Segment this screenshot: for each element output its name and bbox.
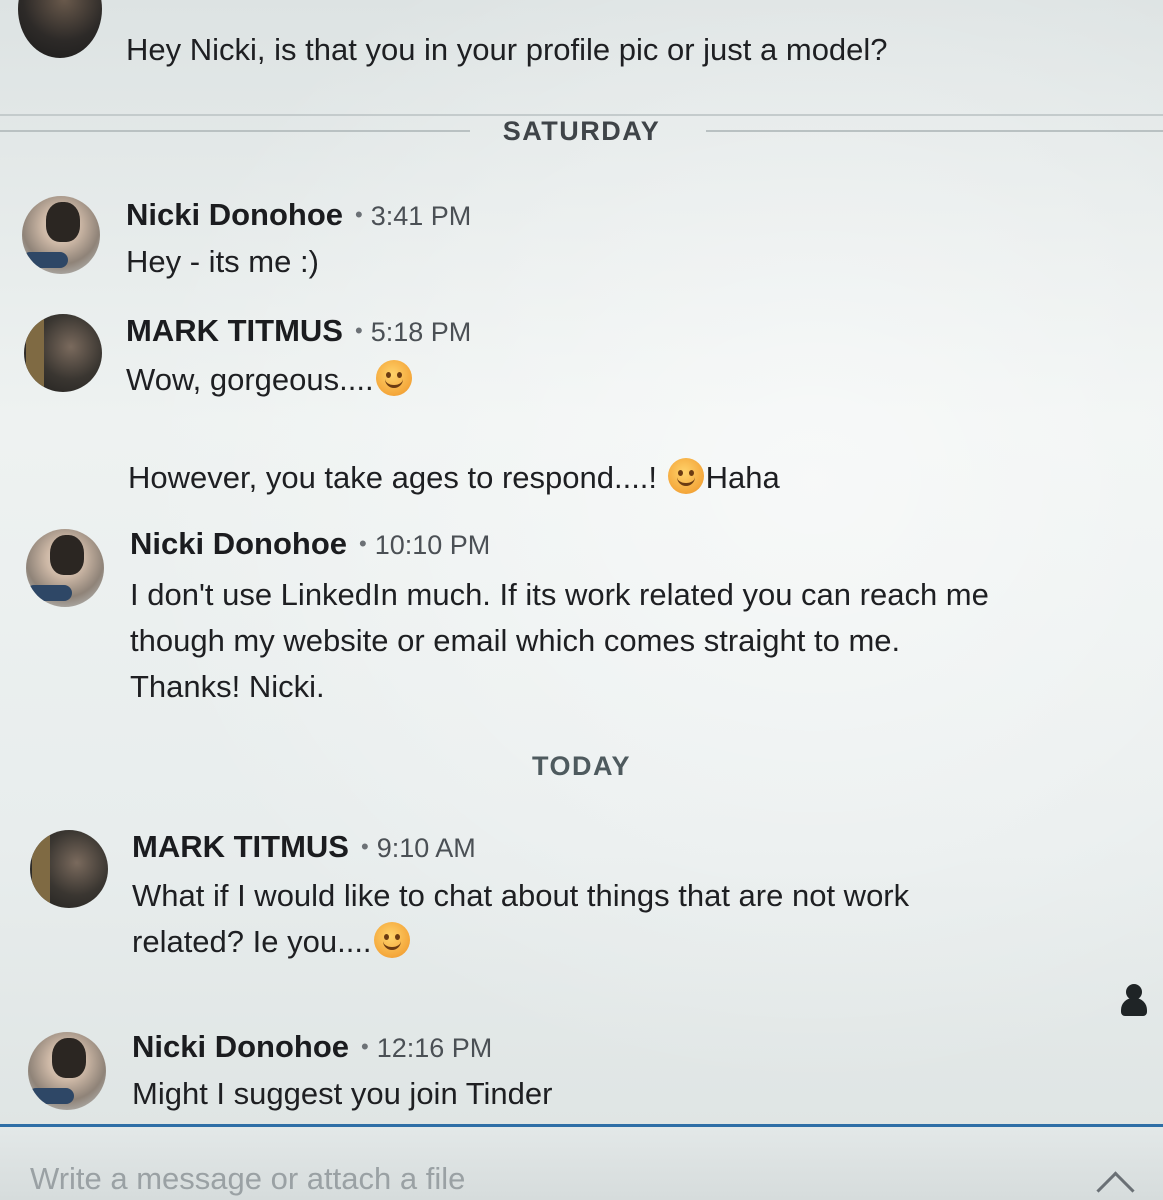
message-text: Hey - its me :) bbox=[126, 244, 319, 279]
message-text: Hey Nicki, is that you in your profile p… bbox=[126, 32, 888, 67]
message-header: Nicki Donohoe • 12:16 PM bbox=[132, 1028, 492, 1067]
avatar[interactable] bbox=[18, 0, 102, 58]
sender-name[interactable]: Nicki Donohoe bbox=[126, 197, 343, 232]
message-text: I don't use LinkedIn much. If its work r… bbox=[130, 577, 989, 612]
separator-dot: • bbox=[354, 318, 363, 343]
message-composer bbox=[0, 1127, 1163, 1200]
avatar[interactable] bbox=[30, 830, 108, 908]
message-header: Nicki Donohoe • 10:10 PM bbox=[130, 525, 490, 564]
message-header: MARK TITMUS • 9:10 AM bbox=[132, 828, 476, 867]
sender-name[interactable]: MARK TITMUS bbox=[132, 829, 349, 864]
day-separator-today: TODAY bbox=[0, 746, 1163, 786]
message-text-line: However, you take ages to respond....! H… bbox=[128, 458, 780, 498]
message-text: Might I suggest you join Tinder bbox=[132, 1076, 553, 1111]
message-input[interactable] bbox=[30, 1157, 1070, 1200]
avatar[interactable] bbox=[28, 1032, 106, 1110]
separator-dot: • bbox=[361, 1034, 369, 1059]
message-text: related? Ie you.... bbox=[132, 924, 372, 959]
messaging-screen: Hey Nicki, is that you in your profile p… bbox=[0, 0, 1163, 1200]
message-time: 9:10 AM bbox=[376, 833, 476, 863]
day-label: SATURDAY bbox=[502, 116, 661, 146]
message-text-line: related? Ie you.... bbox=[132, 922, 412, 962]
day-label: TODAY bbox=[531, 751, 632, 781]
message-text: However, you take ages to respond....! bbox=[128, 460, 658, 495]
separator-dot: • bbox=[360, 834, 369, 859]
smiling-face-emoji-icon bbox=[375, 360, 412, 396]
sender-name[interactable]: Nicki Donohoe bbox=[132, 1029, 349, 1064]
avatar[interactable] bbox=[22, 196, 100, 274]
message-text: though my website or email which comes s… bbox=[130, 623, 901, 658]
avatar[interactable] bbox=[24, 314, 102, 392]
day-separator-saturday: SATURDAY bbox=[0, 111, 1163, 151]
message-header: Nicki Donohoe • 3:41 PM bbox=[126, 196, 471, 235]
message-header: MARK TITMUS • 5:18 PM bbox=[126, 312, 471, 351]
separator-dot: • bbox=[355, 202, 363, 227]
smiling-face-emoji-icon bbox=[667, 458, 704, 494]
smiling-face-emoji-icon bbox=[373, 922, 410, 958]
message-time: 3:41 PM bbox=[370, 201, 472, 231]
sender-name[interactable]: Nicki Donohoe bbox=[130, 526, 347, 561]
message-text: Haha bbox=[705, 460, 780, 495]
message-top-partial: Hey Nicki, is that you in your profile p… bbox=[0, 0, 1163, 118]
message-text-line: Wow, gorgeous.... bbox=[126, 360, 414, 400]
typing-indicator-icon bbox=[1118, 982, 1148, 1018]
message-text: What if I would like to chat about thing… bbox=[132, 878, 910, 913]
chevron-up-icon[interactable] bbox=[1094, 1165, 1138, 1195]
message-time: 12:16 PM bbox=[376, 1033, 493, 1063]
message-text: Thanks! Nicki. bbox=[130, 669, 325, 704]
separator-dot: • bbox=[359, 531, 367, 556]
message-time: 5:18 PM bbox=[370, 317, 472, 347]
sender-name[interactable]: MARK TITMUS bbox=[126, 313, 343, 348]
message-text: Wow, gorgeous.... bbox=[126, 362, 374, 397]
avatar[interactable] bbox=[26, 529, 104, 607]
message-time: 10:10 PM bbox=[374, 530, 491, 560]
